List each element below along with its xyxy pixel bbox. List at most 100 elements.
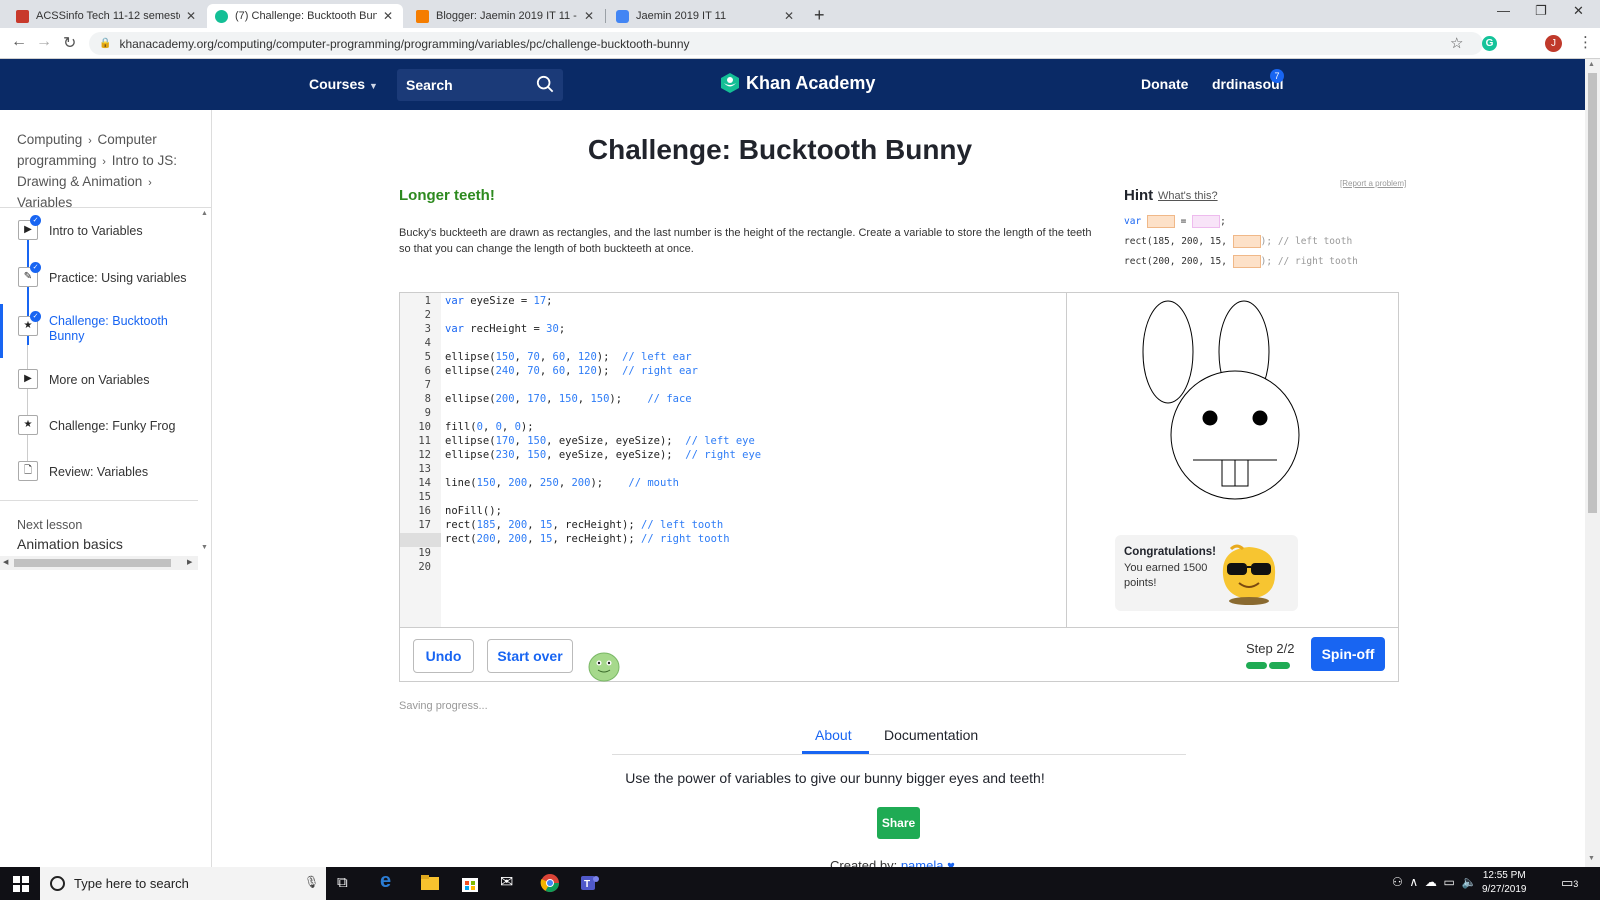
code-line[interactable]: fill(0, 0, 0); [445,421,534,433]
tab-documentation[interactable]: Documentation [884,727,978,743]
file-explorer-icon[interactable] [420,873,442,895]
tab-about[interactable]: About [815,727,852,743]
tab-title: (7) Challenge: Bucktooth Bunny | [235,10,377,22]
code-line[interactable]: ellipse(170, 150, eyeSize, eyeSize); // … [445,435,755,447]
notification-badge[interactable]: 7 [1270,69,1284,83]
next-lesson-link[interactable]: Animation basics [17,536,123,552]
url-field[interactable]: 🔒 khanacademy.org/computing/computer-pro… [89,32,1483,55]
code-line[interactable]: noFill(); [445,505,502,517]
browser-tab[interactable]: ACSSinfo Tech 11-12 semester 1 ✕ [8,4,206,28]
start-over-button[interactable]: Start over [487,639,573,673]
khan-academy-logo[interactable]: Khan Academy [720,72,875,94]
browser-menu-icon[interactable]: ⋮ [1578,33,1593,51]
blogger-icon [416,9,429,23]
sidebar-item-challenge-bucktooth-bunny[interactable]: ★ ✓ Challenge: Bucktooth Bunny [0,307,198,355]
edge-browser-icon[interactable]: e [380,870,402,892]
sidebar-item-practice-using-variables[interactable]: ✎ ✓ Practice: Using variables [0,258,198,298]
browser-tab-active[interactable]: (7) Challenge: Bucktooth Bunny | ✕ [207,4,403,28]
whats-this-link[interactable]: What's this? [1158,190,1218,202]
scroll-up-arrow-icon[interactable]: ▲ [1588,61,1595,68]
spin-off-button[interactable]: Spin-off [1311,637,1385,671]
scroll-down-arrow-icon[interactable]: ▼ [201,544,208,551]
scrollbar-thumb[interactable] [14,559,171,567]
new-tab-button[interactable]: + [814,5,825,26]
system-tray[interactable]: ⚇ ∧ ☁ ▭ 🔈 [1392,875,1477,889]
action-center-icon[interactable]: ▭3 [1561,875,1578,891]
share-button[interactable]: Share [877,807,920,839]
search-placeholder: Type here to search [74,876,189,891]
page-scrollbar[interactable]: ▲ ▼ [1585,59,1600,867]
bookmark-star-icon[interactable]: ☆ [1450,34,1463,52]
forward-arrow-icon[interactable]: → [36,33,52,51]
site-header: Courses ▼ Search Khan Academy Donate drdi… [0,59,1585,110]
hint-line: rect(185, 200, 15, ); // left tooth [1124,235,1352,248]
chevron-right-icon: › [148,177,152,189]
microphone-icon[interactable]: 🎙 [304,875,319,889]
clock-time: 12:55 PM [1482,870,1526,881]
code-line[interactable]: rect(185, 200, 15, recHeight); // left t… [445,519,723,531]
code-line[interactable]: ellipse(230, 150, eyeSize, eyeSize); // … [445,449,761,461]
sidebar-item-intro-to-variables[interactable]: ▶ ✓ Intro to Variables [0,211,198,251]
close-icon[interactable]: ✕ [782,9,796,23]
search-input[interactable]: Search [397,69,563,101]
mail-icon[interactable]: ✉ [500,872,522,894]
line-number: 16 [418,505,431,517]
sidebar-horizontal-scrollbar[interactable]: ◀ ▶ [0,556,198,570]
sidebar-item-challenge-funky-frog[interactable]: ★ Challenge: Funky Frog [0,406,198,446]
browser-tab[interactable]: Blogger: Jaemin 2019 IT 11 - Crea ✕ [408,4,604,28]
profile-avatar[interactable]: J [1545,35,1562,52]
taskbar-clock[interactable]: 12:55 PM 9/27/2019 [1482,869,1527,897]
scrollbar-thumb[interactable] [1588,73,1597,513]
line-number: 1 [424,295,431,307]
divider [0,500,198,501]
code-line[interactable]: line(150, 200, 250, 200); // mouth [445,477,679,489]
scroll-down-arrow-icon[interactable]: ▼ [1588,855,1595,862]
scroll-up-arrow-icon[interactable]: ▲ [201,210,208,217]
hint-title: Hint [1124,187,1154,204]
courses-menu-button[interactable]: Courses ▼ [309,76,378,92]
congrats-title: Congratulations! [1124,546,1216,558]
scroll-left-arrow-icon[interactable]: ◀ [3,558,8,566]
chevron-right-icon: › [102,156,106,168]
close-icon[interactable]: ✕ [582,9,596,23]
code-line[interactable]: var recHeight = 30; [445,323,565,335]
grammarly-extension-icon[interactable]: G [1482,36,1497,51]
caret-down-icon: ▼ [369,81,378,91]
code-line[interactable]: rect(200, 200, 15, recHeight); // right … [445,533,730,545]
step-title: Longer teeth! [399,187,495,204]
report-problem-link[interactable]: [Report a problem] [1340,179,1406,188]
code-line[interactable]: ellipse(150, 70, 60, 120); // left ear [445,351,692,363]
back-arrow-icon[interactable]: ← [11,33,27,51]
chrome-icon[interactable] [540,873,562,895]
breadcrumb-item[interactable]: Computing [17,132,82,147]
code-line[interactable]: ellipse(200, 170, 150, 150); // face [445,393,692,405]
windows-start-icon[interactable] [13,876,29,892]
taskbar-search-input[interactable]: Type here to search 🎙 [40,867,326,900]
minimize-icon[interactable]: — [1497,3,1510,18]
about-description: Use the power of variables to give our b… [625,770,1045,786]
store-icon[interactable] [460,873,482,895]
saving-status: Saving progress... [399,700,488,712]
sidebar-item-review-variables[interactable]: 🗋 Review: Variables [0,452,198,492]
scroll-right-arrow-icon[interactable]: ▶ [187,558,192,566]
code-line[interactable]: ellipse(240, 70, 60, 120); // right ear [445,365,698,377]
left-ear [1142,300,1194,404]
close-icon[interactable]: ✕ [381,9,395,23]
code-line[interactable]: var eyeSize = 17; [445,295,553,307]
window-close-icon[interactable]: ✕ [1573,3,1584,19]
search-icon[interactable] [536,75,554,93]
tab-title: Blogger: Jaemin 2019 IT 11 - Crea [436,10,578,22]
sidebar-item-more-on-variables[interactable]: ▶ More on Variables [0,360,198,400]
close-icon[interactable]: ✕ [184,9,198,23]
restore-icon[interactable]: ❐ [1535,3,1547,19]
hint-code: ; [1220,216,1226,227]
tab-title: ACSSinfo Tech 11-12 semester 1 [36,10,180,22]
task-view-icon[interactable]: ⧉ [337,874,359,896]
sidebar-scrollbar[interactable]: ▲ ▼ [198,208,212,556]
browser-tab[interactable]: Jaemin 2019 IT 11 ✕ [608,4,804,28]
teams-icon[interactable]: T [580,873,602,895]
reload-icon[interactable]: ↻ [63,33,76,53]
undo-button[interactable]: Undo [413,639,474,673]
line-number: 12 [418,449,431,461]
donate-link[interactable]: Donate [1141,76,1188,92]
